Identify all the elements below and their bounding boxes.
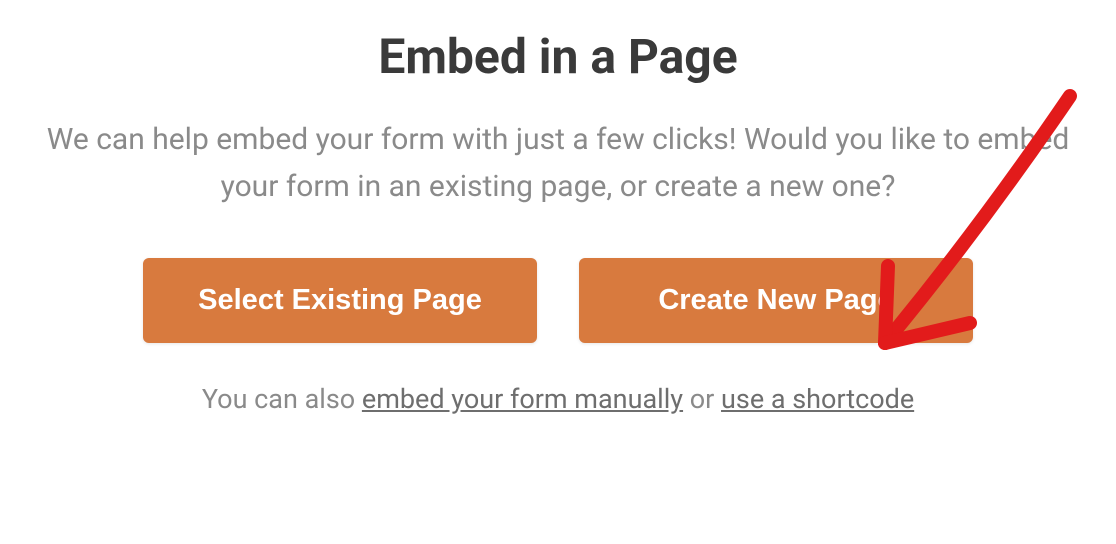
embed-manually-link[interactable]: embed your form manually — [362, 383, 683, 415]
select-existing-page-button[interactable]: Select Existing Page — [143, 258, 537, 343]
create-new-page-button[interactable]: Create New Page — [579, 258, 973, 343]
dialog-title: Embed in a Page — [378, 28, 737, 85]
use-shortcode-link[interactable]: use a shortcode — [721, 383, 914, 415]
dialog-description: We can help embed your form with just a … — [28, 117, 1088, 210]
footer-prefix: You can also — [202, 383, 362, 415]
footer-text: You can also embed your form manually or… — [202, 383, 914, 415]
button-row: Select Existing Page Create New Page — [143, 258, 973, 343]
footer-conjunction: or — [683, 383, 721, 415]
